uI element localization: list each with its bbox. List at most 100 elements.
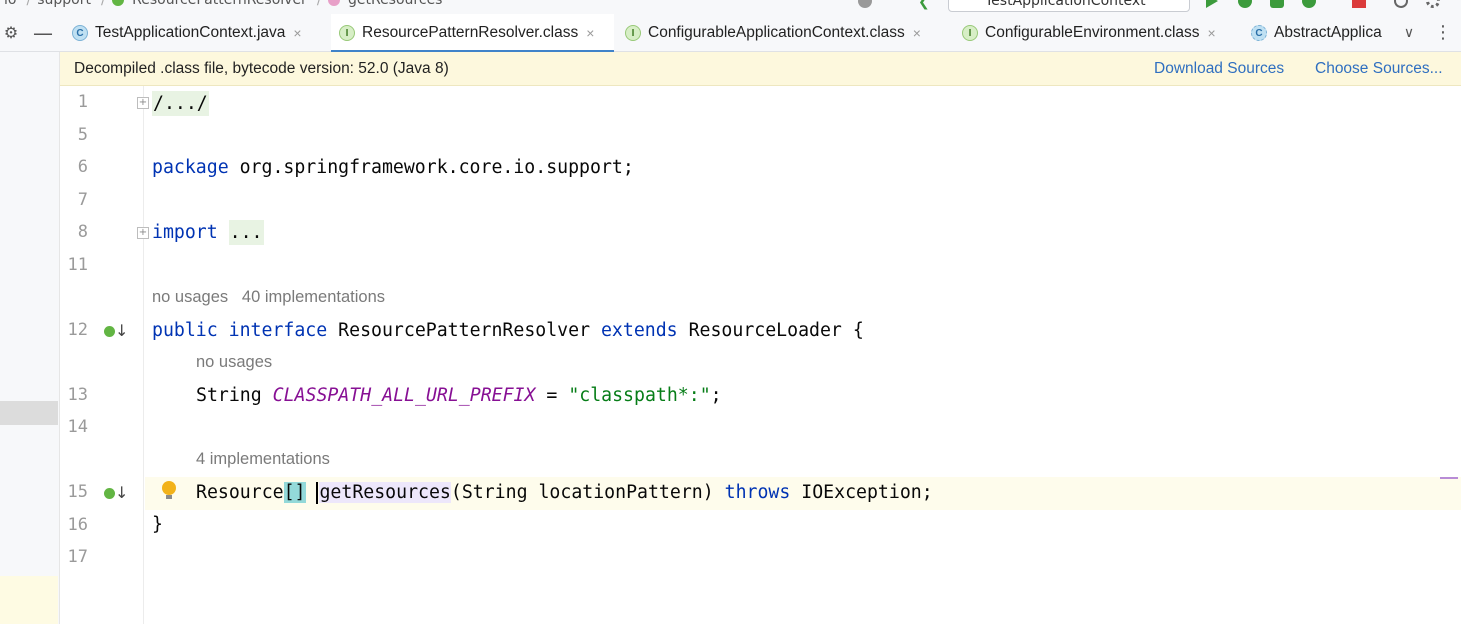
- implemented-down-icon[interactable]: ↓: [104, 483, 128, 503]
- code-line-12: public interface ResourcePatternResolver…: [152, 315, 864, 347]
- download-sources-link[interactable]: Download Sources: [1154, 52, 1284, 85]
- coverage-icon[interactable]: [1270, 0, 1284, 8]
- interface-icon: [111, 0, 124, 6]
- highlight-indicator: [0, 576, 58, 624]
- breadcrumb-separator: /: [100, 0, 106, 8]
- package-name: org.springframework.core.io.support;: [228, 157, 634, 178]
- breadcrumb-item-support[interactable]: support: [37, 0, 91, 8]
- array-brackets: []: [283, 482, 306, 503]
- lightbulb-icon[interactable]: [162, 481, 176, 501]
- more-options-icon[interactable]: ⋮: [1434, 24, 1452, 42]
- minimize-icon[interactable]: —: [33, 23, 53, 43]
- breadcrumb-item-class[interactable]: ResourcePatternResolver: [132, 0, 307, 8]
- interface-icon: I: [339, 25, 355, 41]
- close-icon[interactable]: ×: [913, 25, 921, 41]
- line-number: 12: [67, 320, 88, 340]
- editor-gutter: 1 5 6 7 8 11 12 13 14 15 16 17 ↓ ↓ + +: [60, 86, 149, 624]
- implementations-hint[interactable]: 40 implementations: [242, 288, 385, 306]
- return-type: Resource: [196, 482, 284, 503]
- decompiled-message: Decompiled .class file, bytecode version…: [74, 60, 449, 77]
- close-icon[interactable]: ×: [1208, 25, 1216, 41]
- code-line-6: package org.springframework.core.io.supp…: [152, 152, 634, 184]
- folded-header-comment[interactable]: /.../: [152, 91, 209, 116]
- run-configuration-label: TestApplicationContext: [985, 0, 1146, 9]
- method-icon: [327, 0, 340, 6]
- usages-hint[interactable]: no usages: [196, 353, 272, 371]
- debug-icon[interactable]: [1238, 0, 1252, 8]
- gear-icon[interactable]: ⚙: [2, 24, 20, 42]
- implementation-marker-icon: [104, 326, 115, 337]
- public-keyword: public: [152, 320, 218, 341]
- code-editor[interactable]: /.../ package org.springframework.core.i…: [145, 86, 1461, 624]
- tab-resource-pattern-resolver[interactable]: I ResourcePatternResolver.class ×: [331, 14, 614, 53]
- line-number: 14: [67, 417, 88, 437]
- profile-icon[interactable]: [1302, 0, 1316, 8]
- error-stripe-marker[interactable]: [1440, 477, 1458, 479]
- tab-label: ConfigurableApplicationContext.class: [648, 24, 905, 41]
- constant-inlay-hint: no usages: [196, 353, 272, 372]
- parent-interface: ResourceLoader {: [677, 320, 864, 341]
- method-inlay-hint: 4 implementations: [196, 450, 330, 469]
- folded-imports[interactable]: ...: [228, 220, 264, 245]
- interface-keyword: interface: [228, 320, 328, 341]
- constant-type: String: [196, 385, 273, 406]
- user-icon[interactable]: [858, 0, 872, 8]
- close-icon[interactable]: ×: [586, 25, 594, 41]
- breadcrumb-separator: /: [316, 0, 322, 8]
- line-number: 11: [67, 255, 88, 275]
- tab-test-application-context[interactable]: C TestApplicationContext.java ×: [64, 14, 310, 52]
- breadcrumb: io / support / ResourcePatternResolver / get…: [4, 0, 446, 8]
- code-line-15: Resource[] getResources(String locationP…: [196, 477, 933, 509]
- implementation-marker-icon: [104, 488, 115, 499]
- tab-label: ResourcePatternResolver.class: [362, 24, 579, 41]
- breadcrumb-item-io[interactable]: io: [4, 0, 16, 8]
- scroll-indicator: [0, 401, 58, 425]
- tab-configurable-environment[interactable]: I ConfigurableEnvironment.class ×: [954, 14, 1224, 52]
- method-parameters: (String locationPattern): [450, 482, 725, 503]
- tab-configurable-application-context[interactable]: I ConfigurableApplicationContext.class ×: [617, 14, 929, 52]
- arrow-down-icon: ↓: [115, 321, 129, 340]
- line-number: 1: [77, 92, 88, 112]
- usages-hint[interactable]: no usages: [152, 288, 228, 306]
- chevron-down-icon[interactable]: ∨: [1400, 24, 1418, 42]
- run-icon[interactable]: [1206, 0, 1218, 8]
- arrow-down-icon: ↓: [115, 483, 129, 502]
- import-keyword: import: [152, 222, 218, 243]
- lightbulb-glass: [162, 481, 176, 495]
- tab-label: ConfigurableEnvironment.class: [985, 24, 1200, 41]
- statement-terminator: ;: [710, 385, 722, 406]
- code-line-16: }: [152, 509, 163, 541]
- settings-icon[interactable]: [1426, 0, 1440, 8]
- line-number: 8: [77, 222, 88, 242]
- line-number: 13: [67, 385, 88, 405]
- code-line-13: String CLASSPATH_ALL_URL_PREFIX = "class…: [196, 380, 722, 412]
- implemented-down-icon[interactable]: ↓: [104, 321, 128, 341]
- tab-abstract-application-context[interactable]: C AbstractApplica: [1243, 14, 1391, 52]
- class-icon: C: [72, 25, 88, 41]
- stop-icon[interactable]: [1352, 0, 1366, 8]
- interface-name: ResourcePatternResolver: [327, 320, 601, 341]
- interface-inlay-hints: no usages 40 implementations: [152, 288, 385, 307]
- line-number: 7: [77, 190, 88, 210]
- editor-tab-bar: ⚙ — C TestApplicationContext.java × I Re…: [0, 14, 1461, 53]
- line-number: 16: [67, 515, 88, 535]
- code-line-8: import ...: [152, 217, 264, 249]
- implementations-hint[interactable]: 4 implementations: [196, 450, 330, 468]
- string-literal: "classpath*:": [568, 385, 711, 406]
- back-arrow-icon[interactable]: ❮: [918, 0, 932, 10]
- breadcrumb-item-method[interactable]: getResources: [348, 0, 443, 8]
- line-number: 5: [77, 125, 88, 145]
- assignment-operator: =: [535, 385, 569, 406]
- code-line-1: /.../: [152, 88, 209, 120]
- choose-sources-link[interactable]: Choose Sources...: [1315, 52, 1443, 85]
- decompiled-notification-banner: Decompiled .class file, bytecode version…: [60, 52, 1461, 86]
- package-keyword: package: [152, 157, 229, 178]
- search-icon[interactable]: [1394, 0, 1408, 8]
- extends-keyword: extends: [600, 320, 678, 341]
- throws-keyword: throws: [724, 482, 791, 503]
- navigation-bar: io / support / ResourcePatternResolver / get…: [0, 0, 1461, 14]
- run-configuration-selector[interactable]: TestApplicationContext: [948, 0, 1190, 12]
- interface-icon: I: [962, 25, 978, 41]
- close-icon[interactable]: ×: [293, 25, 301, 41]
- interface-icon: I: [625, 25, 641, 41]
